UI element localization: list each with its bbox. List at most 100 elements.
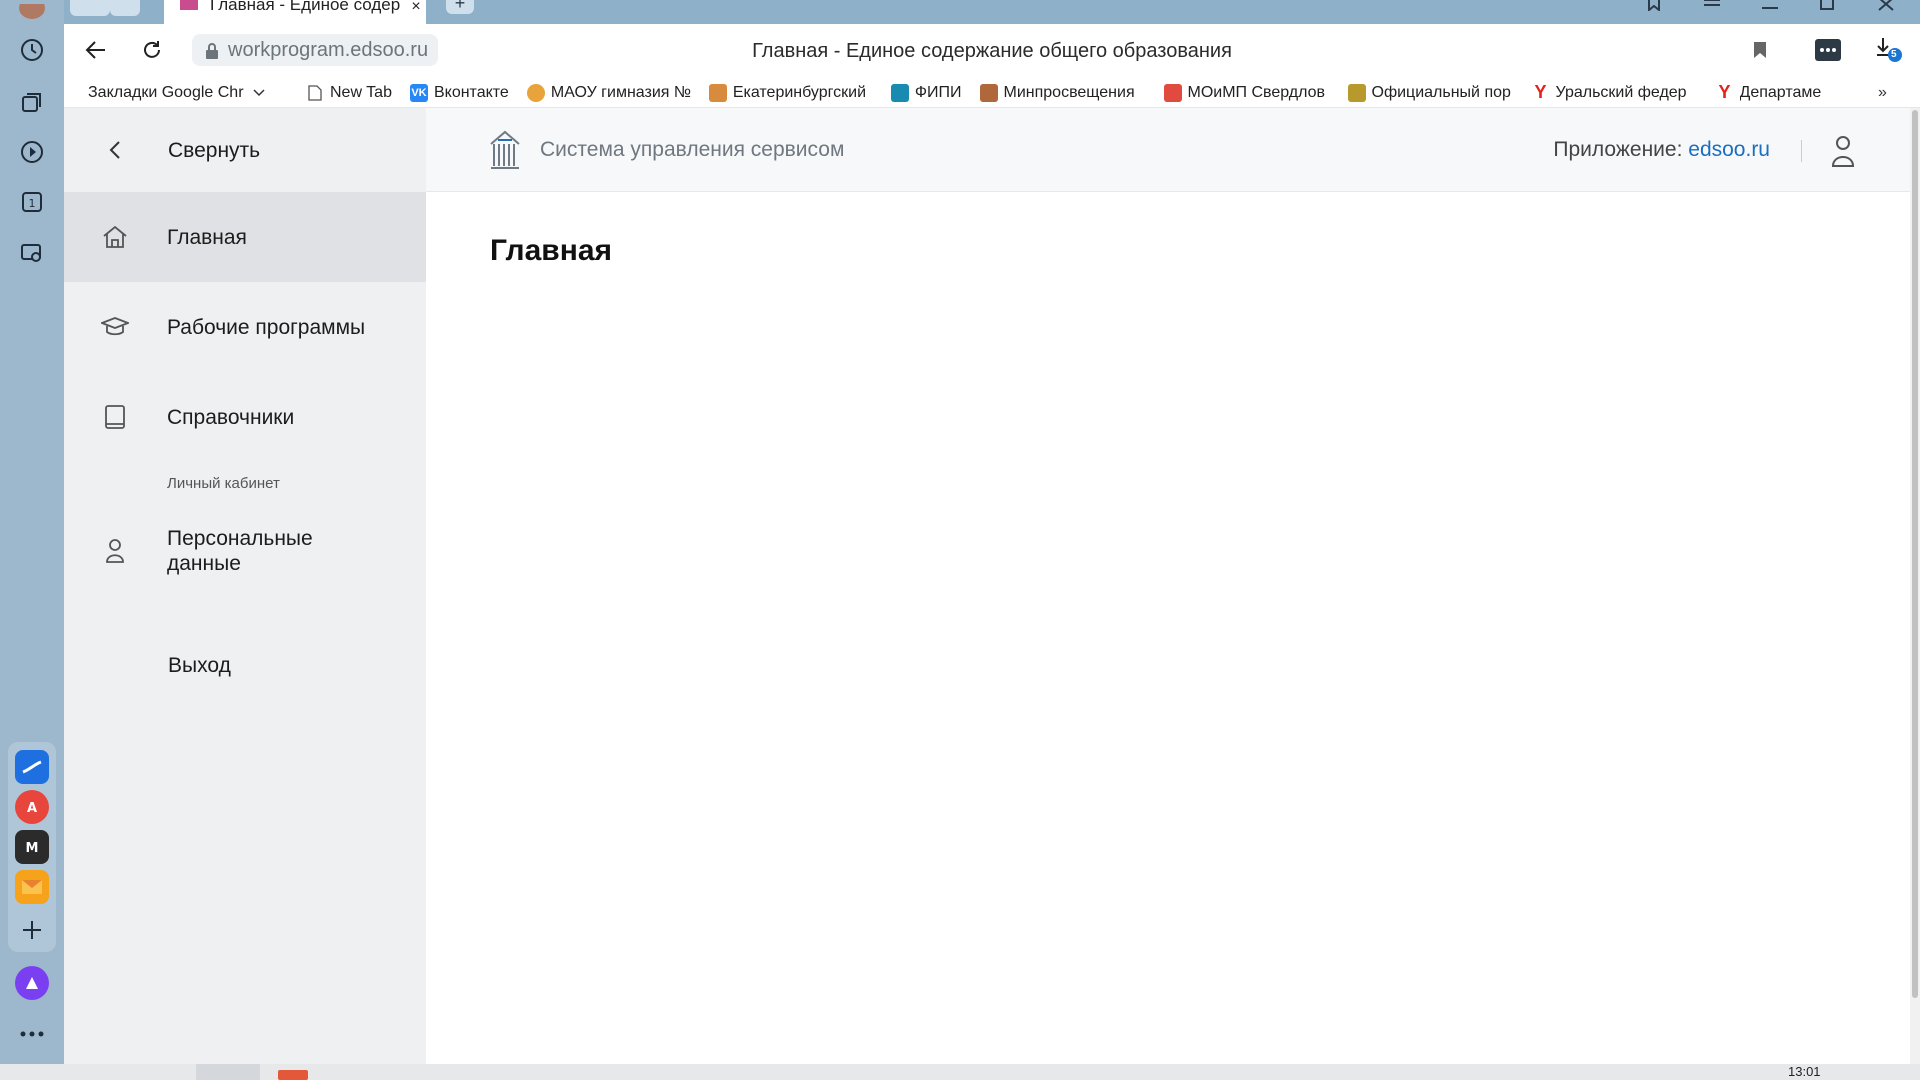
chevron-left-icon [100,135,130,165]
taskbar-item-browser[interactable] [196,1064,260,1080]
close-window-icon[interactable] [1866,0,1906,16]
bookmark-label: Уральский федер [1555,83,1687,101]
eagle-icon [979,83,998,102]
section-title-personal-cabinet: Личный кабинет [167,475,280,492]
mail-m-app-icon[interactable]: M [15,830,49,864]
bookmark-label: МОиМП Свердлов [1187,83,1326,101]
bookmark-label: Департаме [1739,83,1822,101]
book-icon [100,402,130,432]
tab-group-button[interactable] [70,0,110,16]
downloads-badge: 5 [1891,49,1897,60]
bookmark-label: Закладки Google Chr [88,83,244,101]
extensions-icon[interactable] [1810,32,1846,68]
reload-icon[interactable] [134,32,170,68]
collections-icon[interactable] [12,82,52,122]
bookmarks-overflow-icon[interactable]: » [1878,84,1887,102]
fipi-icon [890,83,909,102]
alice-assistant-icon[interactable] [15,966,49,1000]
home-icon [100,222,130,252]
sidebar-item-directories[interactable]: Справочники [64,372,426,462]
logout-label: Выход [168,653,231,677]
bookmark-label: Официальный пор [1371,83,1511,101]
city-icon [708,83,727,102]
back-arrow-icon[interactable] [78,32,114,68]
page: Свернуть Главная Рабочие программы Справ… [64,108,1910,1064]
browser-side-rail: 1 A M [0,0,64,1064]
url-text: workprogram.edsoo.ru [228,38,429,61]
nav-drawer: Свернуть Главная Рабочие программы Справ… [64,108,426,1064]
crest-icon [1347,83,1366,102]
add-app-icon[interactable] [12,910,52,950]
profile-avatar[interactable] [14,4,50,20]
sidebar-item-label: Персональные данные [167,527,313,575]
bookmark-label: Минпросвещения [1003,83,1135,101]
tab-counter-icon[interactable]: 1 [12,182,52,222]
bookmark-folder-google[interactable]: Закладки Google Chr [88,84,288,102]
svg-text:M: M [26,841,39,856]
svg-text:A: A [27,801,37,816]
bookmark-flag-icon[interactable] [1742,32,1778,68]
logout-button[interactable]: Выход [64,620,426,710]
bookmark-tabs-icon[interactable] [1634,0,1674,16]
user-icon [100,536,130,566]
bookmarks-bar: Закладки Google Chr New Tab VK Вконтакте… [64,78,1920,108]
vk-icon: VK [409,83,428,102]
downloads-icon[interactable]: 5 [1872,32,1908,68]
graduation-cap-icon [100,312,130,342]
minimize-icon[interactable] [1750,0,1790,16]
bookmark-gymnasium[interactable]: МАОУ гимназия № [526,83,691,102]
scrollbar-thumb[interactable] [1912,110,1918,998]
bookmark-ekaterinburg[interactable]: Екатеринбургский [708,83,873,102]
app-indicator: Приложение: edsoo.ru [1553,138,1770,162]
header-divider [1801,140,1802,162]
page-icon [306,84,324,102]
yandex-icon: Y [1718,82,1731,102]
user-profile-icon[interactable] [1828,134,1858,168]
app-link[interactable]: edsoo.ru [1688,138,1770,161]
sidebar-item-home[interactable]: Главная [64,192,426,282]
collapse-button[interactable]: Свернуть [64,108,426,192]
bookmark-label: Вконтакте [433,83,509,101]
menu-icon[interactable] [1692,0,1732,16]
page-heading: Главная [490,234,613,267]
active-tab[interactable]: Главная - Единое содер × [164,0,426,24]
new-tab-plus-icon[interactable]: + [446,0,474,14]
bookmark-label: New Tab [330,83,392,101]
bookmark-ural-federal[interactable]: Y Уральский федер [1532,82,1698,102]
app-label: Приложение: [1553,138,1683,161]
bookmark-moimp[interactable]: МОиМП Свердлов [1163,83,1330,102]
bookmark-department[interactable]: Y Департаме [1716,82,1834,102]
collapse-label: Свернуть [168,138,261,162]
bookmark-label: ФИПИ [914,83,962,101]
url-field[interactable]: workprogram.edsoo.ru [192,34,439,66]
page-scrollbar[interactable] [1910,108,1920,1064]
bookmark-new-tab[interactable]: New Tab [306,84,392,102]
mail-envelope-app-icon[interactable] [15,870,49,904]
chevron-down-icon [253,84,265,102]
tab-strip: Главная - Единое содер × + [64,0,1920,24]
address-bar: workprogram.edsoo.ru Главная - Единое со… [64,24,1920,78]
messenger-app-icon[interactable] [15,750,49,784]
play-icon[interactable] [12,132,52,172]
building-logo-icon [490,130,520,169]
tab-close-icon[interactable]: × [406,0,426,16]
more-icon[interactable] [12,1014,52,1054]
taskbar-item-app[interactable] [278,1070,308,1080]
tab-list-chevron-icon[interactable] [110,0,140,16]
restore-icon[interactable] [1808,0,1848,16]
screenshot-icon[interactable] [12,233,52,273]
translate-app-icon[interactable]: A [15,790,49,824]
yandex-icon: Y [1534,82,1547,102]
sidebar-item-personal-data[interactable]: Персональные данные [64,506,426,596]
sidebar-item-work-programs[interactable]: Рабочие программы [64,282,426,372]
sidebar-item-label: Рабочие программы [167,315,366,339]
tab-favicon-icon [180,0,198,10]
bookmark-fipi[interactable]: ФИПИ [890,83,962,102]
taskbar-clock: 13:01 [1788,1064,1821,1079]
bookmark-minprosv[interactable]: Минпросвещения [979,83,1146,102]
bookmark-official-portal[interactable]: Официальный пор [1347,83,1514,102]
bookmark-label: МАОУ гимназия № [550,83,691,101]
history-icon[interactable] [12,30,52,70]
tiles-icon [1163,83,1182,102]
bookmark-vk[interactable]: VK Вконтакте [409,83,509,102]
